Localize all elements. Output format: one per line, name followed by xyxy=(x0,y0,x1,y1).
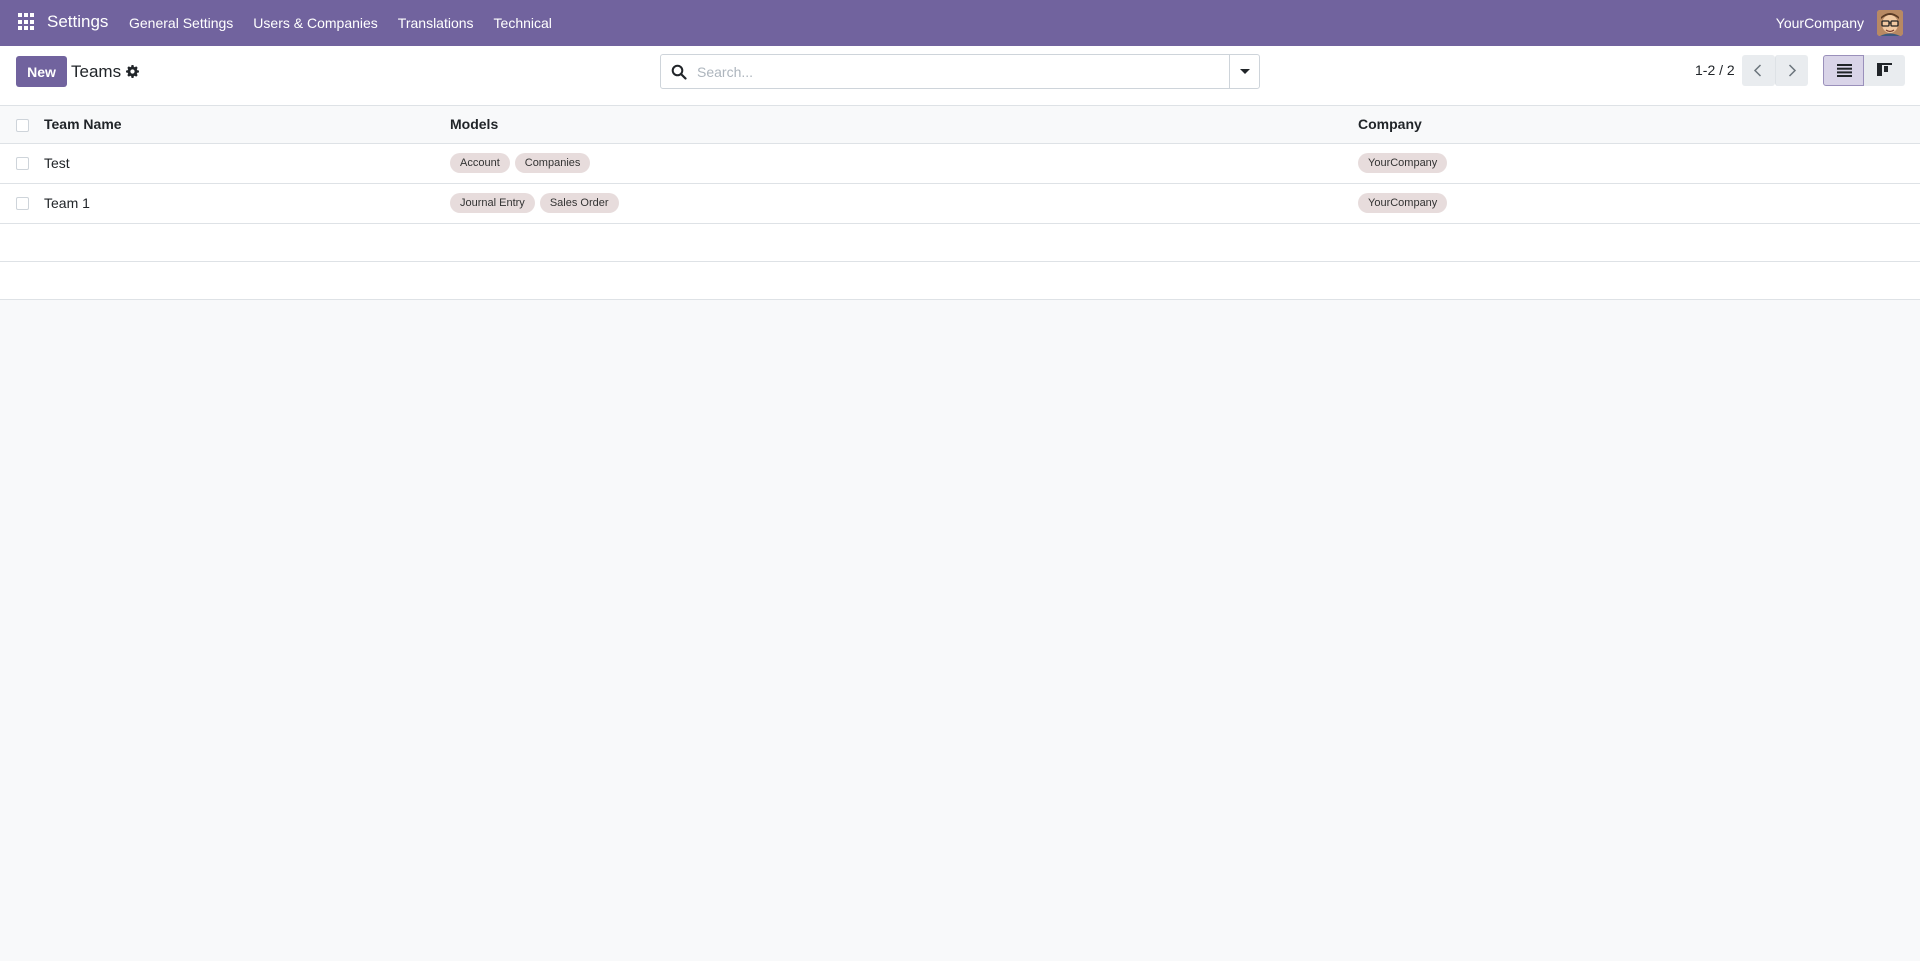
pager-next-button[interactable] xyxy=(1775,55,1808,86)
column-company[interactable]: Company xyxy=(1358,116,1422,132)
menu-general-settings[interactable]: General Settings xyxy=(129,15,233,31)
model-tag: Journal Entry xyxy=(450,193,535,213)
new-button[interactable]: New xyxy=(16,56,67,87)
page-title: Teams xyxy=(71,62,122,81)
row-checkbox[interactable] xyxy=(16,197,29,210)
control-panel: New Teams 1-2 / 2 xyxy=(0,46,1920,106)
table-row[interactable]: Team 1 Journal Entry Sales Order YourCom… xyxy=(0,184,1920,224)
chevron-right-icon xyxy=(1788,64,1797,77)
search-options-toggle[interactable] xyxy=(1229,55,1259,88)
top-navbar: Settings General Settings Users & Compan… xyxy=(0,0,1920,46)
table-header: Team Name Models Company xyxy=(0,106,1920,144)
team-name-cell: Test xyxy=(44,155,70,171)
apps-grid-icon[interactable] xyxy=(18,13,36,31)
team-name-cell: Team 1 xyxy=(44,195,90,211)
search-icon xyxy=(671,64,687,80)
caret-down-icon xyxy=(1240,69,1250,74)
pager-value[interactable]: 1-2 / 2 xyxy=(1695,62,1735,78)
select-all-checkbox[interactable] xyxy=(16,119,29,132)
kanban-view-icon xyxy=(1877,63,1892,76)
column-models[interactable]: Models xyxy=(450,116,498,132)
search-input[interactable] xyxy=(697,61,1217,83)
model-tag: Account xyxy=(450,153,510,173)
pager-previous-button[interactable] xyxy=(1742,55,1775,86)
model-tag: Companies xyxy=(514,153,591,173)
company-tag: YourCompany xyxy=(1358,153,1448,173)
table-row[interactable]: Test Account Companies YourCompany xyxy=(0,144,1920,184)
search-bar xyxy=(660,54,1260,89)
menu-technical[interactable]: Technical xyxy=(494,15,552,31)
model-tag: Sales Order xyxy=(539,193,619,213)
row-checkbox[interactable] xyxy=(16,157,29,170)
models-cell: Account Companies xyxy=(450,153,591,173)
menu-users-companies[interactable]: Users & Companies xyxy=(253,15,378,31)
company-switcher[interactable]: YourCompany xyxy=(1776,15,1864,31)
kanban-view-button[interactable] xyxy=(1864,55,1905,86)
empty-row xyxy=(0,224,1920,262)
list-view-button[interactable] xyxy=(1823,55,1864,86)
list-view-icon xyxy=(1837,64,1852,77)
chevron-left-icon xyxy=(1753,64,1762,77)
company-cell: YourCompany xyxy=(1358,153,1448,173)
menu-translations[interactable]: Translations xyxy=(398,15,474,31)
avatar[interactable] xyxy=(1877,10,1903,36)
app-name[interactable]: Settings xyxy=(47,12,108,32)
company-tag: YourCompany xyxy=(1358,193,1448,213)
gear-icon[interactable] xyxy=(126,65,139,78)
empty-row xyxy=(0,262,1920,300)
models-cell: Journal Entry Sales Order xyxy=(450,193,619,213)
main-menu: General Settings Users & Companies Trans… xyxy=(129,15,572,31)
teams-list: Team Name Models Company Test Account Co… xyxy=(0,106,1920,300)
company-cell: YourCompany xyxy=(1358,193,1448,213)
column-team-name[interactable]: Team Name xyxy=(44,116,122,132)
